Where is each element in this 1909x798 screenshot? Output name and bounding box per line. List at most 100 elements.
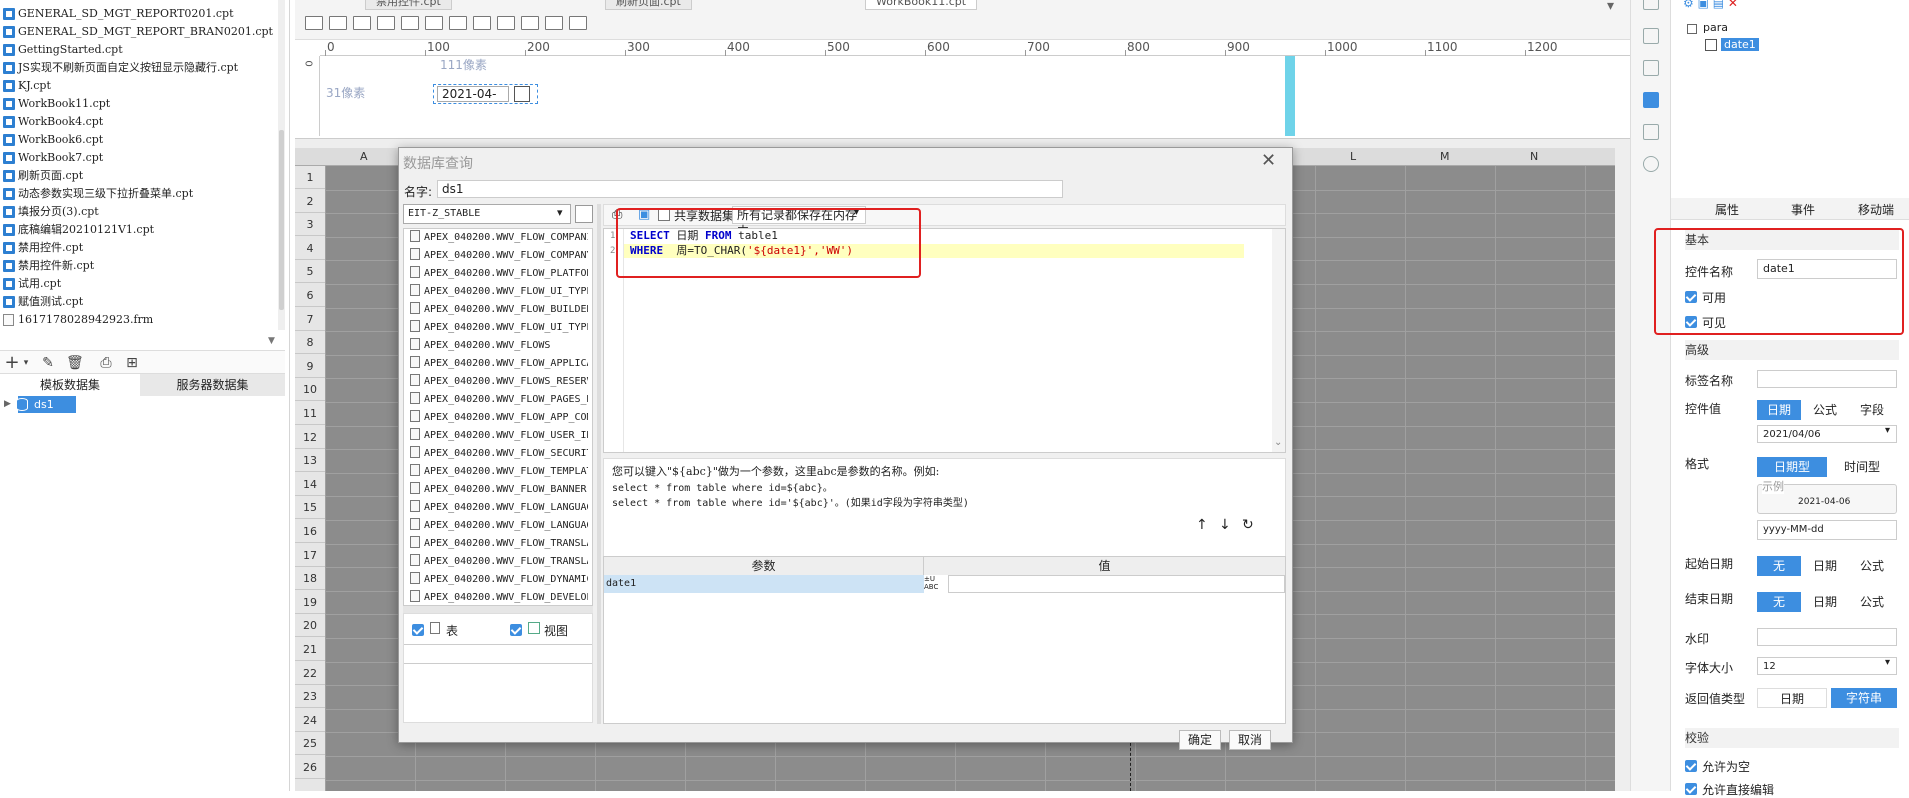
file-item[interactable]: JS实现不刷新页面自定义按钮显示隐藏行.cpt xyxy=(3,59,238,77)
tool-date-icon[interactable] xyxy=(401,16,419,30)
table-list-item[interactable]: APEX_040200.WWV_FLOW_BANNER xyxy=(410,481,588,499)
table-list-item[interactable]: APEX_040200.WWV_FLOW_LANGUAGE_MAP xyxy=(410,517,588,535)
panel-tool-icons[interactable]: ⚙ ▣ ▤ ✕ xyxy=(1683,0,1738,10)
table-list-item[interactable]: APEX_040200.WWV_FLOW_LANGUAGES xyxy=(410,499,588,517)
tool-textarea-icon[interactable] xyxy=(497,16,515,30)
end-formula[interactable]: 公式 xyxy=(1849,592,1895,612)
table-list-item[interactable]: APEX_040200.WWV_FLOW_COMPANIES xyxy=(410,229,588,247)
file-item[interactable]: WorkBook6.cpt xyxy=(3,131,103,149)
file-item[interactable]: 禁用控件.cpt xyxy=(3,239,83,257)
row-label[interactable]: 17 xyxy=(295,544,325,567)
table-list-item[interactable]: APEX_040200.WWV_FLOW_PAGES_RESERV xyxy=(410,391,588,409)
row-label[interactable]: 6 xyxy=(295,284,325,307)
tree-item-date1[interactable]: date1 xyxy=(1721,38,1759,51)
param-value-cell[interactable] xyxy=(948,575,1285,593)
table-list-item[interactable]: APEX_040200.WWV_FLOWS_RESERVED xyxy=(410,373,588,391)
ok-button[interactable]: 确定 xyxy=(1179,730,1221,750)
column-label[interactable]: M xyxy=(1440,150,1450,163)
tool-button-icon[interactable] xyxy=(353,16,371,30)
watermark-input[interactable] xyxy=(1757,628,1897,646)
file-item[interactable]: 1617178028942923.frm xyxy=(3,311,153,329)
row-label[interactable]: 7 xyxy=(295,308,325,331)
layout-icon[interactable] xyxy=(1643,60,1659,76)
tag-name-input[interactable] xyxy=(1757,370,1897,388)
canvas-boundary[interactable] xyxy=(1285,56,1295,136)
form-props-icon[interactable] xyxy=(1643,124,1659,140)
tool-text-icon[interactable] xyxy=(329,16,347,30)
file-item[interactable]: 禁用控件新.cpt xyxy=(3,257,94,275)
tool-more-icon[interactable] xyxy=(569,16,587,30)
param-name-cell[interactable]: date1 xyxy=(604,575,924,593)
row-label[interactable]: 14 xyxy=(295,473,325,496)
column-label[interactable]: L xyxy=(1350,150,1356,163)
sql-vscroll[interactable] xyxy=(1272,229,1285,452)
table-list-item[interactable]: APEX_040200.WWV_FLOW_COMPANY_SCHE xyxy=(410,247,588,265)
column-label[interactable]: A xyxy=(360,150,368,163)
row-label[interactable]: 19 xyxy=(295,591,325,614)
tab-file-1[interactable]: 禁用控件.cpt xyxy=(365,0,452,10)
table-list[interactable]: APEX_040200.WWV_FLOW_COMPANIES APEX_04020… xyxy=(403,228,593,606)
row-label[interactable]: 10 xyxy=(295,378,325,402)
table-list-item[interactable]: APEX_040200.WWV_FLOW_TEMPLATE_PRE xyxy=(410,463,588,481)
table-list-item[interactable]: APEX_040200.WWV_FLOW_UI_TYPE_FEAT xyxy=(410,319,588,337)
section-validate[interactable]: 校验 xyxy=(1685,728,1899,748)
table-list-item[interactable]: APEX_040200.WWV_FLOWS xyxy=(410,337,588,355)
row-label[interactable]: 18 xyxy=(295,567,325,591)
tool-combo-icon[interactable] xyxy=(377,16,395,30)
file-item[interactable]: 底稿编辑20210121V1.cpt xyxy=(3,221,154,239)
tool-list-icon[interactable] xyxy=(545,16,563,30)
column-label[interactable]: N xyxy=(1530,150,1538,163)
row-label[interactable]: 3 xyxy=(295,213,325,237)
tool-label-icon[interactable] xyxy=(305,16,323,30)
table-list-item[interactable]: APEX_040200.WWV_FLOW_UI_TYPES xyxy=(410,283,588,301)
cancel-button[interactable]: 取消 xyxy=(1229,730,1271,750)
format-time-type[interactable]: 时间型 xyxy=(1829,457,1895,477)
table-list-item[interactable]: APEX_040200.WWV_FLOW_PLATFORM_PRE xyxy=(410,265,588,283)
table-list-item[interactable]: APEX_040200.WWV_FLOW_APPLICATION_ xyxy=(410,355,588,373)
allow-empty-checkbox[interactable] xyxy=(1685,760,1697,772)
row-label[interactable]: 8 xyxy=(295,331,325,355)
scroll-down-icon[interactable]: ⌄ xyxy=(1274,437,1282,448)
file-item[interactable]: WorkBook4.cpt xyxy=(3,113,103,131)
view-filter-checkbox[interactable] xyxy=(510,624,522,636)
value-type-date[interactable]: 日期 xyxy=(1757,400,1801,420)
refresh-schema-icon[interactable] xyxy=(575,205,593,223)
expand-arrow-icon[interactable]: ▶ xyxy=(4,399,11,409)
add-dropdown-icon[interactable]: ▾ xyxy=(18,355,34,371)
end-date[interactable]: 日期 xyxy=(1803,592,1847,612)
row-label[interactable]: 2 xyxy=(295,190,325,213)
value-type-field[interactable]: 字段 xyxy=(1849,400,1895,420)
default-date-input[interactable]: 2021/04/06 xyxy=(1757,425,1897,443)
move-up-icon[interactable]: ↑ xyxy=(1196,517,1208,533)
row-label[interactable]: 15 xyxy=(295,496,325,520)
return-string[interactable]: 字符串 xyxy=(1831,688,1897,708)
row-label[interactable]: 11 xyxy=(295,402,325,425)
value-type-formula[interactable]: 公式 xyxy=(1803,400,1847,420)
file-item[interactable]: GettingStarted.cpt xyxy=(3,41,123,59)
dataset-query-icon[interactable]: ⊞ xyxy=(124,355,140,371)
start-formula[interactable]: 公式 xyxy=(1849,556,1895,576)
name-input[interactable]: ds1 xyxy=(437,180,1063,198)
tab-events[interactable]: 事件 xyxy=(1791,201,1815,218)
tab-server-datasets[interactable]: 服务器数据集 xyxy=(140,374,285,396)
return-date[interactable]: 日期 xyxy=(1757,688,1827,708)
schema-dropdown-icon[interactable]: ▾ xyxy=(557,206,563,219)
row-label[interactable]: 13 xyxy=(295,449,325,473)
collapse-arrow-icon[interactable]: ▼ xyxy=(268,336,275,346)
tool-checkbox-icon[interactable] xyxy=(473,16,491,30)
grid-scrollbar[interactable] xyxy=(1615,148,1630,791)
tab-file-3[interactable]: WorkBook11.cpt xyxy=(865,0,978,10)
refresh-params-icon[interactable]: ↻ xyxy=(1242,517,1254,533)
start-none[interactable]: 无 xyxy=(1757,556,1801,576)
table-search-input[interactable] xyxy=(404,644,592,664)
font-size-dropdown-icon[interactable]: ▾ xyxy=(1885,657,1890,668)
file-item[interactable]: WorkBook7.cpt xyxy=(3,149,103,167)
font-size-select[interactable]: 12 xyxy=(1757,657,1897,675)
start-date[interactable]: 日期 xyxy=(1803,556,1847,576)
file-item[interactable]: KJ.cpt xyxy=(3,77,51,95)
dialog-splitter[interactable] xyxy=(597,204,601,724)
tabs-dropdown-icon[interactable]: ▾ xyxy=(1607,0,1614,14)
date-widget[interactable]: 2021-04- xyxy=(437,86,509,102)
tab-mobile[interactable]: 移动端 xyxy=(1858,201,1894,218)
tool-number-icon[interactable] xyxy=(425,16,443,30)
